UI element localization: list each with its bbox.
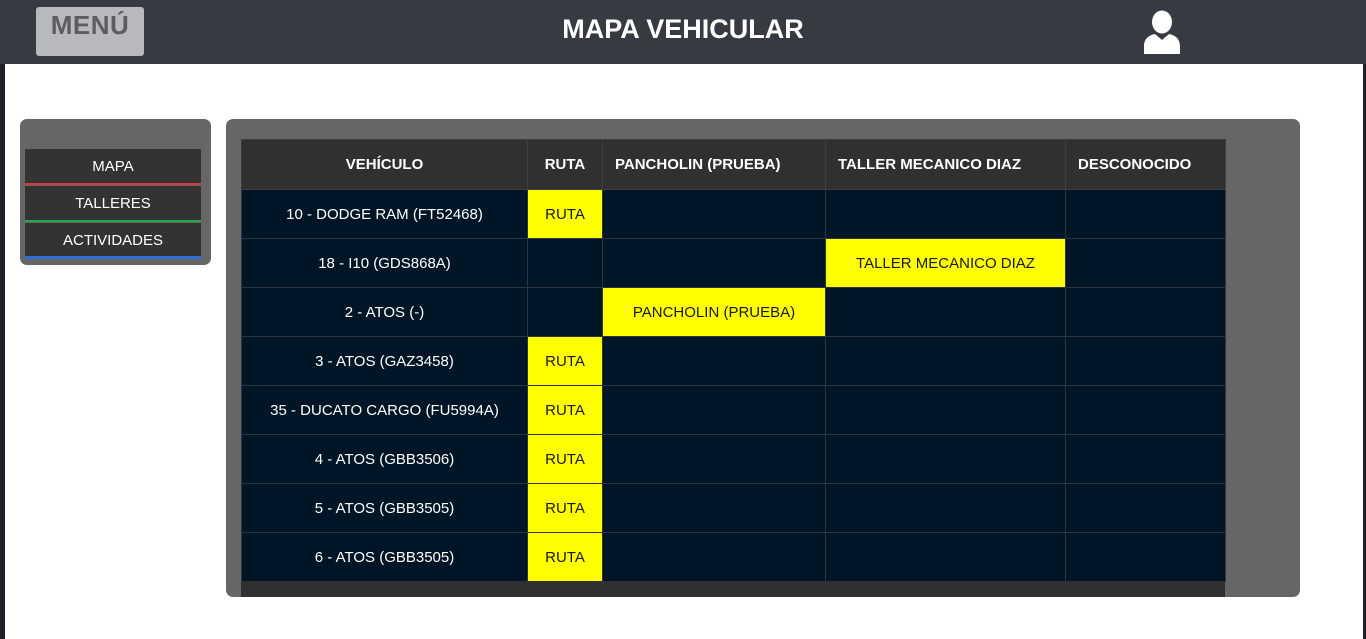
table-footer [241,581,1225,597]
vehicle-cell: 10 - DODGE RAM (FT52468) [241,189,528,239]
table-row[interactable]: 2 - ATOS (-) PANCHOLIN (PRUEBA) [241,287,1226,337]
location-status-cell[interactable]: RUTA [527,434,603,484]
empty-cell [1065,189,1226,239]
vehicle-map-table: VEHÍCULO RUTA PANCHOLIN (PRUEBA) TALLER … [241,139,1226,582]
empty-cell [825,336,1066,386]
column-header-desconocido[interactable]: DESCONOCIDO [1065,139,1226,190]
empty-cell [527,238,603,288]
empty-cell [527,287,603,337]
empty-cell [602,434,826,484]
empty-cell [825,483,1066,533]
empty-cell [1065,287,1226,337]
empty-cell [825,532,1066,582]
empty-cell [1065,483,1226,533]
location-status-cell[interactable]: RUTA [527,189,603,239]
location-status-cell[interactable]: RUTA [527,532,603,582]
top-bar: MENÚ MAPA VEHICULAR [0,0,1366,64]
empty-cell [1065,238,1226,288]
vehicle-cell: 5 - ATOS (GBB3505) [241,483,528,533]
empty-cell [602,189,826,239]
empty-cell [602,532,826,582]
sidebar-item-talleres[interactable]: TALLERES [25,186,201,222]
vehicle-cell: 3 - ATOS (GAZ3458) [241,336,528,386]
table-row[interactable]: 18 - I10 (GDS868A) TALLER MECANICO DIAZ [241,238,1226,288]
empty-cell [602,238,826,288]
empty-cell [602,385,826,435]
user-icon[interactable] [1142,9,1182,55]
table-row[interactable]: 6 - ATOS (GBB3505) RUTA [241,532,1226,582]
vehicle-cell: 35 - DUCATO CARGO (FU5994A) [241,385,528,435]
table-header-row: VEHÍCULO RUTA PANCHOLIN (PRUEBA) TALLER … [241,139,1226,190]
empty-cell [1065,434,1226,484]
sidebar-item-actividades[interactable]: ACTIVIDADES [25,223,201,259]
table-row[interactable]: 35 - DUCATO CARGO (FU5994A) RUTA [241,385,1226,435]
table-row[interactable]: 10 - DODGE RAM (FT52468) RUTA [241,189,1226,239]
vehicle-cell: 18 - I10 (GDS868A) [241,238,528,288]
table-body: 10 - DODGE RAM (FT52468) RUTA 18 - I10 (GD… [241,189,1226,582]
user-icon-graphic [1144,10,1180,54]
vehicle-map-panel: VEHÍCULO RUTA PANCHOLIN (PRUEBA) TALLER … [226,119,1300,597]
location-status-cell[interactable]: RUTA [527,336,603,386]
empty-cell [1065,532,1226,582]
empty-cell [602,483,826,533]
location-status-cell[interactable]: RUTA [527,385,603,435]
empty-cell [1065,385,1226,435]
location-status-cell[interactable]: TALLER MECANICO DIAZ [825,238,1066,288]
vehicle-cell: 4 - ATOS (GBB3506) [241,434,528,484]
column-header-vehiculo[interactable]: VEHÍCULO [241,139,528,190]
empty-cell [825,385,1066,435]
vehicle-cell: 6 - ATOS (GBB3505) [241,532,528,582]
empty-cell [825,287,1066,337]
vehicle-cell: 2 - ATOS (-) [241,287,528,337]
sidebar: MAPA TALLERES ACTIVIDADES [20,119,211,265]
empty-cell [602,336,826,386]
location-status-cell[interactable]: PANCHOLIN (PRUEBA) [602,287,826,337]
empty-cell [825,189,1066,239]
sidebar-item-mapa[interactable]: MAPA [25,149,201,185]
column-header-taller-mecanico-diaz[interactable]: TALLER MECANICO DIAZ [825,139,1066,190]
table-row[interactable]: 4 - ATOS (GBB3506) RUTA [241,434,1226,484]
column-header-pancholin[interactable]: PANCHOLIN (PRUEBA) [602,139,826,190]
empty-cell [1065,336,1226,386]
empty-cell [825,434,1066,484]
table-row[interactable]: 3 - ATOS (GAZ3458) RUTA [241,336,1226,386]
table-row[interactable]: 5 - ATOS (GBB3505) RUTA [241,483,1226,533]
location-status-cell[interactable]: RUTA [527,483,603,533]
column-header-ruta[interactable]: RUTA [527,139,603,190]
